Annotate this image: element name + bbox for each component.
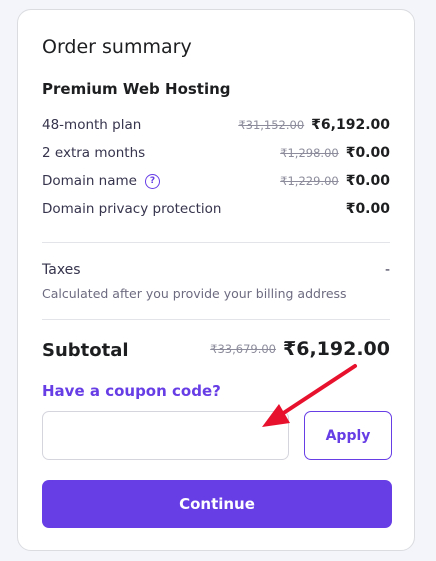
taxes-value: - — [384, 262, 390, 278]
subtotal-price: ₹6,192.00 — [283, 338, 390, 360]
taxes-label: Taxes — [42, 262, 81, 278]
subtotal-label: Subtotal — [42, 340, 129, 361]
divider — [42, 242, 390, 243]
divider — [42, 319, 390, 320]
taxes-note: Calculated after you provide your billin… — [42, 286, 347, 301]
line-item-label: 2 extra months — [42, 145, 146, 161]
apply-coupon-button[interactable]: Apply — [304, 411, 392, 460]
line-item-domain-name: Domain name ? ₹1,229.00 ₹0.00 — [42, 170, 390, 192]
line-item-label: Domain name — [42, 173, 137, 189]
line-item-price: ₹0.00 — [345, 201, 390, 217]
line-item-extra-months: 2 extra months ₹1,298.00 ₹0.00 — [42, 142, 390, 164]
product-name: Premium Web Hosting — [42, 80, 231, 98]
line-item-old-price: ₹31,152.00 — [238, 118, 305, 132]
line-item-label: Domain privacy protection — [42, 201, 222, 217]
coupon-code-input[interactable] — [42, 411, 289, 460]
subtotal-amount: ₹33,679.00 ₹6,192.00 — [210, 338, 390, 360]
question-mark-icon[interactable]: ? — [144, 173, 160, 189]
order-summary-title: Order summary — [42, 36, 192, 58]
line-item-plan: 48-month plan ₹31,152.00 ₹6,192.00 — [42, 114, 390, 136]
line-item-label: 48-month plan — [42, 117, 142, 133]
line-item-price: ₹0.00 — [345, 145, 390, 161]
line-item-price: ₹6,192.00 — [311, 117, 390, 133]
line-item-old-price: ₹1,298.00 — [280, 146, 339, 160]
line-item-domain-privacy: Domain privacy protection ₹0.00 — [42, 198, 390, 220]
order-summary-card: Order summary Premium Web Hosting 48-mon… — [17, 9, 415, 551]
coupon-code-link[interactable]: Have a coupon code? — [42, 382, 221, 400]
continue-button[interactable]: Continue — [42, 480, 392, 528]
line-item-old-price: ₹1,229.00 — [280, 174, 339, 188]
subtotal-old-price: ₹33,679.00 — [210, 342, 277, 356]
line-item-price: ₹0.00 — [345, 173, 390, 189]
